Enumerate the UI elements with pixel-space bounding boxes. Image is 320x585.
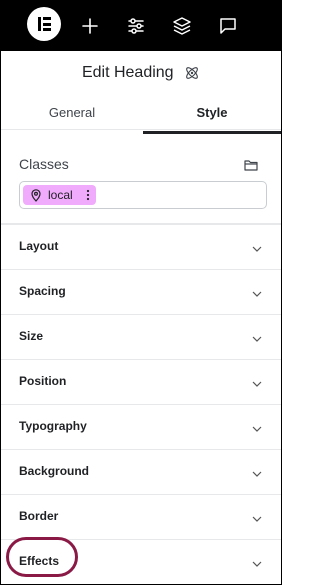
section-label: Layout: [19, 239, 59, 253]
section-size[interactable]: Size: [1, 314, 281, 360]
class-chip[interactable]: local: [23, 185, 96, 205]
classes-input[interactable]: local: [19, 181, 267, 209]
section-spacing[interactable]: Spacing: [1, 269, 281, 315]
tab-general[interactable]: General: [1, 97, 143, 129]
section-label: Size: [19, 329, 44, 343]
section-typography[interactable]: Typography: [1, 404, 281, 450]
active-tab-indicator: [143, 131, 281, 134]
section-label: Spacing: [19, 284, 66, 298]
chevron-down-icon: [251, 287, 263, 299]
more-options-icon[interactable]: [86, 188, 90, 202]
chevron-down-icon: [251, 422, 263, 434]
section-label: Position: [19, 374, 67, 388]
page-title: Edit Heading: [81, 64, 174, 81]
folder-icon[interactable]: [243, 157, 259, 173]
section-layout[interactable]: Layout: [1, 224, 281, 270]
section-position[interactable]: Position: [1, 359, 281, 405]
section-background[interactable]: Background: [1, 449, 281, 495]
chat-icon[interactable]: [216, 14, 240, 38]
tab-divider: [1, 129, 281, 130]
sliders-icon[interactable]: [124, 14, 148, 38]
panel-header: Edit Heading: [1, 61, 281, 85]
chevron-down-icon: [251, 242, 263, 254]
chevron-down-icon: [251, 557, 263, 569]
section-label: Background: [19, 464, 90, 478]
tab-bar: General Style: [1, 97, 281, 131]
atom-icon: [184, 65, 200, 81]
plus-icon[interactable]: [78, 14, 102, 38]
top-toolbar: [1, 1, 281, 51]
chevron-down-icon: [251, 467, 263, 479]
elementor-logo-icon[interactable]: [27, 7, 61, 41]
tab-style[interactable]: Style: [143, 97, 281, 129]
classes-label: Classes: [19, 156, 69, 172]
section-border[interactable]: Border: [1, 494, 281, 540]
section-label: Border: [19, 509, 59, 523]
section-label: Typography: [19, 419, 87, 433]
highlight-ring: [6, 537, 78, 577]
class-chip-label: local: [48, 188, 73, 202]
map-pin-icon: [29, 188, 43, 202]
layers-icon[interactable]: [170, 14, 194, 38]
chevron-down-icon: [251, 332, 263, 344]
chevron-down-icon: [251, 512, 263, 524]
chevron-down-icon: [251, 377, 263, 389]
editor-panel: Edit Heading General Style Classes local…: [0, 0, 282, 585]
